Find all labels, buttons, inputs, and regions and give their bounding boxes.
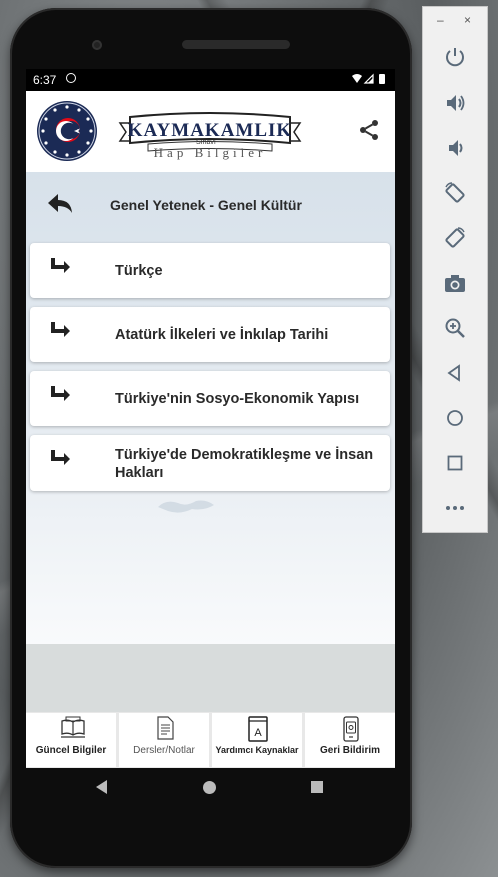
nav-label: Geri Bildirim	[319, 745, 380, 756]
volume-up-icon[interactable]	[440, 88, 470, 118]
subdirectory-arrow-icon	[48, 257, 72, 277]
topic-label: Türkiye'de Demokratikleşme ve İnsan Hakl…	[115, 447, 374, 481]
book-open-icon	[60, 716, 85, 740]
back-arrow-icon[interactable]	[46, 192, 74, 216]
subdirectory-arrow-icon	[48, 385, 72, 405]
rotate-left-icon[interactable]	[440, 178, 470, 208]
speaker-grille	[182, 40, 290, 49]
emulator-side-panel: – ×	[422, 6, 488, 533]
front-camera	[92, 40, 102, 50]
page-title: Genel Yetenek - Genel Kültür	[110, 197, 302, 213]
nav-label: Güncel Bilgiler	[35, 745, 107, 756]
topic-card-ataturk-ilkeleri[interactable]: Atatürk İlkeleri ve İnkılap Tarihi	[30, 307, 390, 362]
android-back-icon[interactable]	[96, 780, 107, 794]
nav-guncel-bilgiler[interactable]: Güncel Bilgiler	[26, 713, 116, 767]
subdirectory-arrow-icon	[48, 449, 72, 469]
topic-label: Türkiye'nin Sosyo-Ekonomik Yapısı	[115, 391, 360, 407]
status-icons	[351, 73, 389, 88]
close-icon[interactable]: ×	[464, 13, 471, 27]
status-bar: 6:37	[26, 69, 395, 91]
wifi-signal-battery-icon	[352, 73, 385, 84]
back-icon[interactable]	[440, 358, 470, 388]
nav-dersler-notlar[interactable]: Dersler/Notlar	[119, 713, 209, 767]
phone-screen: 6:37 KAYMAKAMLIK Sınavı Hap Bilgiler Gen…	[26, 69, 395, 768]
topic-label: Atatürk İlkeleri ve İnkılap Tarihi	[115, 327, 329, 343]
topic-label: Türkçe	[115, 263, 163, 279]
camera-icon[interactable]	[440, 268, 470, 298]
section-header: Genel Yetenek - Genel Kültür	[26, 172, 395, 238]
zoom-icon[interactable]	[440, 313, 470, 343]
feedback-phone-icon	[339, 716, 363, 742]
logo-subtitle: Hap Bilgiler	[153, 145, 267, 160]
rotate-right-icon[interactable]	[440, 223, 470, 253]
topic-card-sosyo-ekonomik[interactable]: Türkiye'nin Sosyo-Ekonomik Yapısı	[30, 371, 390, 426]
app-bar: KAYMAKAMLIK Sınavı Hap Bilgiler	[26, 91, 395, 172]
share-icon[interactable]	[357, 118, 381, 142]
document-icon	[153, 716, 177, 740]
kaymakamlik-emblem-logo	[37, 101, 97, 161]
emblem-stars	[38, 102, 96, 160]
android-navigation-bar	[26, 768, 395, 808]
app-logo-banner: KAYMAKAMLIK Sınavı Hap Bilgiler	[118, 111, 302, 160]
more-icon[interactable]	[440, 493, 470, 523]
nav-label: Yardımcı Kaynaklar	[215, 745, 299, 755]
bottom-navigation: Güncel Bilgiler Dersler/Notlar A Yardımc…	[26, 712, 395, 768]
home-icon[interactable]	[440, 403, 470, 433]
nav-geri-bildirim[interactable]: Geri Bildirim	[305, 713, 395, 767]
content-area: Genel Yetenek - Genel Kültür Türkçe Atat…	[26, 172, 395, 712]
android-home-icon[interactable]	[203, 781, 216, 794]
subdirectory-arrow-icon	[48, 321, 72, 341]
book-a-icon: A	[246, 716, 270, 742]
minimize-icon[interactable]: –	[437, 13, 444, 27]
nav-label: Dersler/Notlar	[133, 745, 195, 756]
do-not-disturb-icon	[66, 73, 76, 83]
status-time: 6:37	[33, 73, 57, 87]
topic-card-demokratiklesme[interactable]: Türkiye'de Demokratikleşme ve İnsan Hakl…	[30, 435, 390, 491]
overview-icon[interactable]	[440, 448, 470, 478]
android-recents-icon[interactable]	[311, 781, 323, 793]
svg-text:A: A	[254, 727, 262, 739]
volume-down-icon[interactable]	[440, 133, 470, 163]
background-map-shape	[158, 500, 214, 513]
power-icon[interactable]	[440, 42, 470, 72]
nav-yardimci-kaynaklar[interactable]: A Yardımcı Kaynaklar	[212, 713, 302, 767]
topic-card-turkce[interactable]: Türkçe	[30, 243, 390, 298]
